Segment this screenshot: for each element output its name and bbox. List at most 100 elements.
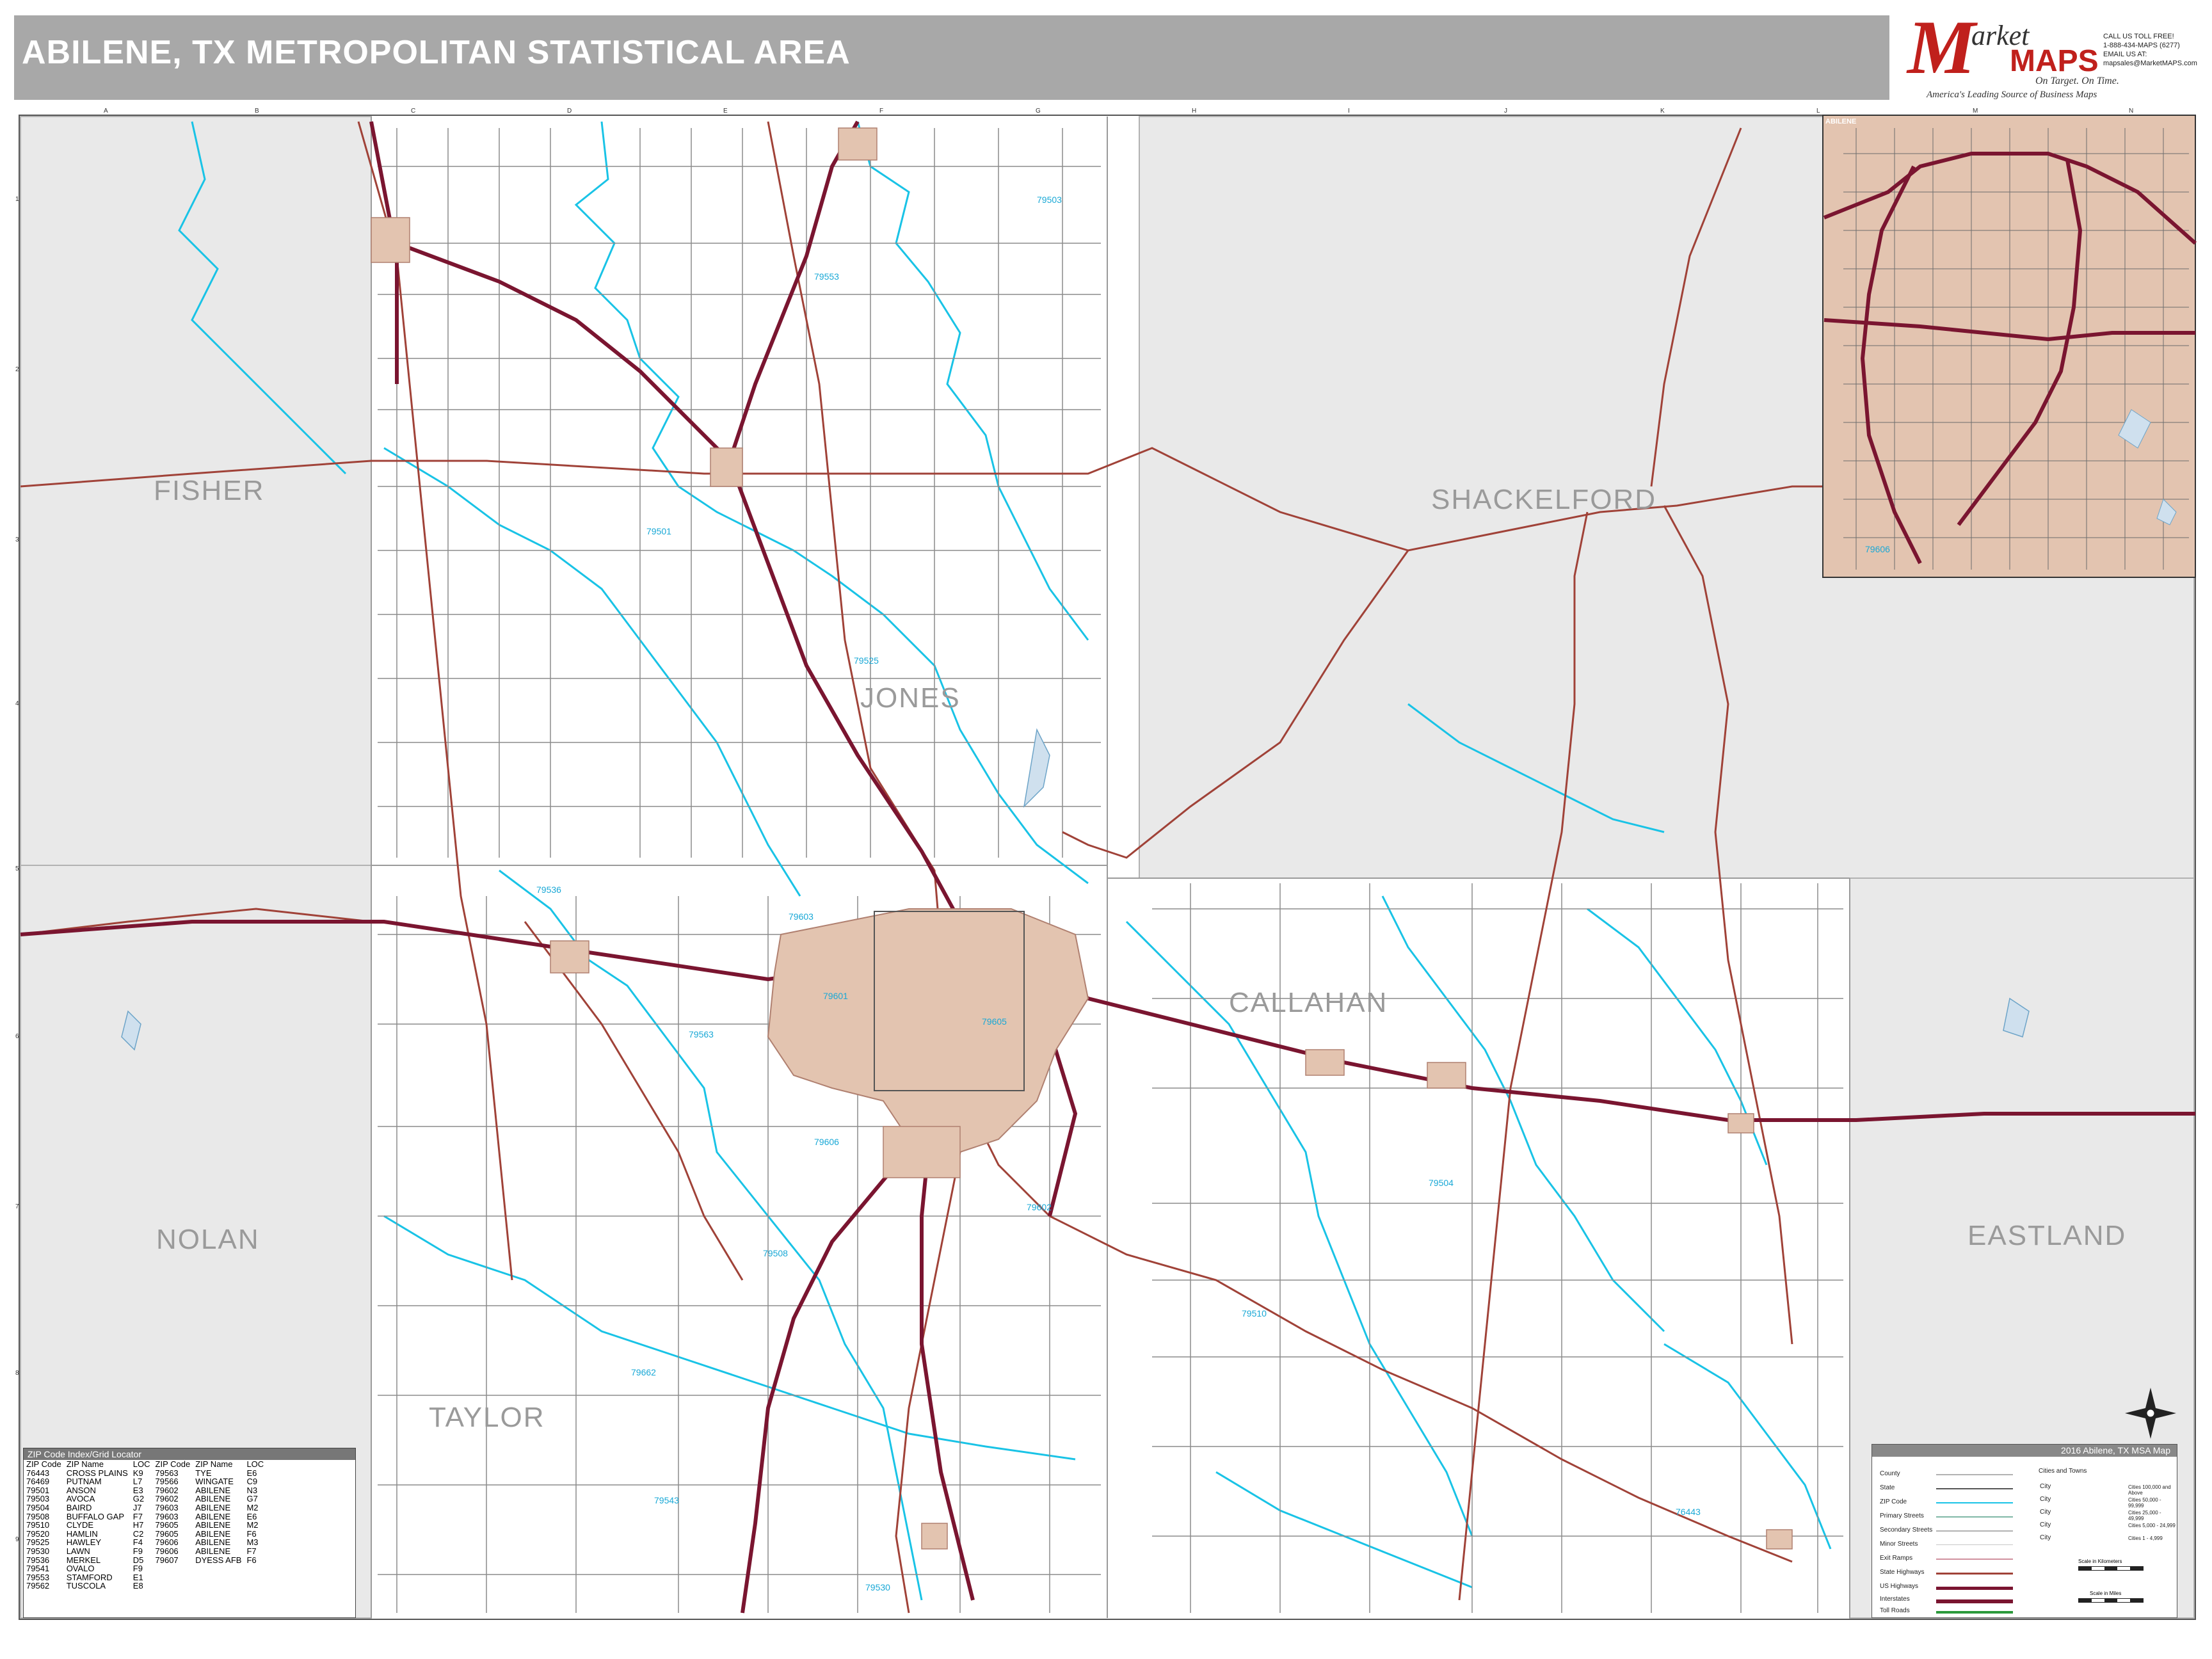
zip-index-cell: F4 — [132, 1537, 143, 1548]
inset-map-title: ABILENE — [1825, 118, 1857, 125]
legend-city: City — [2040, 1483, 2051, 1490]
grid-col: C — [411, 108, 416, 115]
abilene-inset-map — [1822, 115, 2197, 578]
legend-label: State — [1880, 1484, 1895, 1491]
zip-index-cell: ABILENE — [195, 1511, 231, 1521]
zip-label: 79601 — [823, 991, 848, 1001]
grid-row: 1 — [15, 196, 19, 203]
grid-row: 2 — [15, 366, 19, 373]
zip-index-cell: 79603 — [155, 1511, 179, 1521]
zip-index-row: 76469 PUTNAM L7 79566 WINGATE C9 — [24, 1477, 266, 1486]
zip-index-cell: 79602 — [155, 1485, 179, 1495]
zip-index-cell: 79606 — [155, 1537, 179, 1548]
zip-label: 79501 — [646, 526, 671, 536]
grid-row: 8 — [15, 1370, 19, 1377]
zip-index-cell: E6 — [246, 1511, 257, 1521]
zip-index-cell: K9 — [132, 1468, 143, 1478]
grid-col: L — [1816, 108, 1820, 115]
zip-index-header-row: ZIP Code ZIP Name LOC ZIP Code ZIP Name … — [24, 1460, 266, 1469]
grid-row: 6 — [15, 1033, 19, 1040]
legend-swatch-zip — [1936, 1502, 2013, 1503]
zip-index-cell: G7 — [246, 1494, 258, 1504]
zip-index-cell: 79605 — [155, 1520, 179, 1530]
legend-swatch-interstate — [1936, 1599, 2013, 1603]
zip-index-cell: BAIRD — [66, 1502, 92, 1512]
zip-index-cell: ABILENE — [195, 1528, 231, 1539]
zip-index-cell: 79563 — [155, 1468, 179, 1478]
legend-swatch-primary — [1936, 1516, 2013, 1518]
legend-swatch-minor — [1936, 1544, 2013, 1545]
zip-index-cell: 79605 — [155, 1528, 179, 1539]
zip-index-cell: 79606 — [155, 1546, 179, 1556]
zip-index-row: 79530 LAWN F9 79606 ABILENE F7 — [24, 1547, 266, 1556]
zip-index-cell: ABILENE — [195, 1485, 231, 1495]
legend-title: 2016 Abilene, TX MSA Map — [1872, 1445, 2177, 1457]
zip-index-cell: F7 — [246, 1546, 257, 1556]
zip-label: 79553 — [814, 271, 839, 282]
zip-label: 76443 — [1676, 1507, 1701, 1517]
col-header: ZIP Code — [155, 1459, 191, 1469]
grid-col: K — [1660, 108, 1665, 115]
col-header: LOC — [132, 1459, 150, 1469]
grid-row: 5 — [15, 865, 19, 872]
col-header: ZIP Code — [26, 1459, 61, 1469]
legend-label: Interstates — [1880, 1596, 1910, 1603]
county-label-eastland: EASTLAND — [1968, 1220, 2127, 1251]
zip-index-row: 79562 TUSCOLA E8 — [24, 1582, 266, 1591]
map-canvas[interactable] — [0, 0, 2212, 1659]
legend-population: Cities 5,000 - 24,999 — [2128, 1523, 2176, 1528]
grid-col: E — [723, 108, 728, 115]
legend-cities-header: Cities and Towns — [2039, 1468, 2087, 1475]
legend-label: Toll Roads — [1880, 1607, 1910, 1614]
zip-index-cell: LAWN — [66, 1546, 90, 1556]
zip-index-cell: 76469 — [26, 1477, 50, 1487]
grid-col: H — [1192, 108, 1197, 115]
county-label-fisher: FISHER — [154, 475, 265, 506]
zip-index-cell: C2 — [132, 1528, 144, 1539]
zip-index-cell: 79566 — [155, 1477, 179, 1487]
map-legend: 2016 Abilene, TX MSA Map County State ZI… — [1871, 1444, 2177, 1618]
grid-col: B — [255, 108, 259, 115]
county-label-nolan: NOLAN — [156, 1224, 260, 1255]
zip-index-cell — [244, 1564, 266, 1573]
zip-index-cell: F7 — [132, 1511, 143, 1521]
zip-label: 79603 — [789, 911, 813, 922]
zip-label: 79563 — [689, 1029, 714, 1039]
zip-index-cell: 79603 — [155, 1502, 179, 1512]
zip-index-cell: F9 — [132, 1546, 143, 1556]
zip-index-body: 76443 CROSS PLAINS K9 79563 TYE E6 76469 PUTNAM… — [24, 1468, 266, 1591]
zip-index-cell: CLYDE — [66, 1520, 94, 1530]
zip-index-cell: M2 — [246, 1502, 259, 1512]
legend-swatch-secondary — [1936, 1530, 2013, 1532]
zip-index-row: 79536 MERKEL D5 79607 DYESS AFB F6 — [24, 1555, 266, 1565]
county-label-taylor: TAYLOR — [429, 1402, 545, 1433]
zip-index-cell: E3 — [132, 1485, 143, 1495]
zip-index-cell: 76443 — [26, 1468, 50, 1478]
legend-label: Exit Ramps — [1880, 1555, 1913, 1562]
legend-label: State Highways — [1880, 1569, 1925, 1576]
legend-swatch-state — [1936, 1488, 2013, 1489]
zip-index-cell: G2 — [132, 1494, 145, 1504]
zip-index-cell: D5 — [132, 1555, 144, 1565]
zip-index-cell: ABILENE — [195, 1520, 231, 1530]
zip-index-table: ZIP Code ZIP Name LOC ZIP Code ZIP Name … — [24, 1460, 266, 1591]
zip-index-cell: F9 — [132, 1564, 143, 1574]
grid-col: A — [104, 108, 108, 115]
legend-population: Cities 50,000 - 99,999 — [2128, 1497, 2161, 1509]
zip-index-cell: E8 — [132, 1581, 143, 1591]
zip-index-cell: 79520 — [26, 1528, 50, 1539]
zip-index-cell: TUSCOLA — [66, 1581, 106, 1591]
zip-index-cell: ABILENE — [195, 1537, 231, 1548]
grid-col: I — [1348, 108, 1350, 115]
zip-index-cell: 79530 — [26, 1546, 50, 1556]
grid-row: 7 — [15, 1203, 19, 1210]
col-header: ZIP Name — [195, 1459, 233, 1469]
zip-index-cell: WINGATE — [195, 1477, 234, 1487]
legend-label: Secondary Streets — [1880, 1527, 1933, 1534]
zip-index-cell: 79562 — [26, 1581, 50, 1591]
zip-label: 79606 — [814, 1137, 839, 1147]
zip-index-cell: 79503 — [26, 1494, 50, 1504]
legend-label: Minor Streets — [1880, 1541, 1918, 1548]
zip-index-row: 79520 HAMLIN C2 79605 ABILENE F6 — [24, 1530, 266, 1539]
county-label-jones: JONES — [860, 682, 961, 714]
